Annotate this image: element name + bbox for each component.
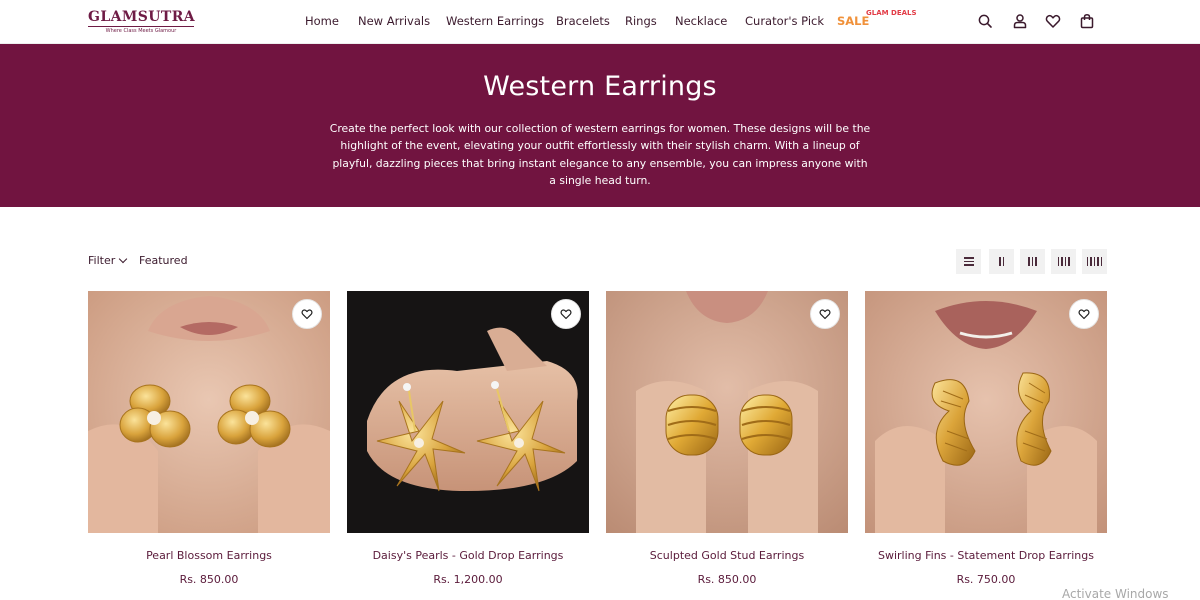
view-3-columns-button[interactable] — [1020, 249, 1045, 274]
search-icon[interactable] — [977, 13, 993, 29]
product-image[interactable] — [88, 291, 330, 533]
product-image[interactable] — [865, 291, 1107, 533]
sale-badge: GLAM DEALS — [866, 9, 917, 17]
product-price: Rs. 1,200.00 — [433, 573, 503, 586]
chevron-down-icon — [119, 254, 128, 264]
product-name[interactable]: Daisy's Pearls - Gold Drop Earrings — [347, 549, 589, 562]
heart-icon[interactable] — [1045, 13, 1061, 29]
nav-sale[interactable]: SALE — [837, 14, 869, 28]
wishlist-button[interactable] — [1069, 299, 1099, 329]
product-card[interactable]: Swirling Fins - Statement Drop Earrings … — [865, 291, 1107, 586]
wishlist-button[interactable] — [810, 299, 840, 329]
grid-5-icon-line — [1097, 257, 1099, 266]
product-card[interactable]: Pearl Blossom Earrings Rs. 850.00 — [88, 291, 330, 586]
bag-icon[interactable] — [1079, 13, 1095, 29]
sort-select[interactable]: Featured — [139, 254, 188, 267]
grid-5-icon-line — [1093, 257, 1096, 266]
nav-curators-pick[interactable]: Curator's Pick — [745, 14, 824, 28]
filter-label: Filter — [88, 254, 116, 267]
grid-5-icon-line — [1100, 257, 1103, 266]
grid-5-icon — [1086, 257, 1089, 266]
product-price: Rs. 850.00 — [179, 573, 239, 586]
view-4-columns-button[interactable] — [1051, 249, 1076, 274]
grid-3-icon-line — [1035, 257, 1037, 266]
grid-3-icon — [1028, 257, 1030, 266]
wishlist-button[interactable] — [292, 299, 322, 329]
product-name[interactable]: Pearl Blossom Earrings — [88, 549, 330, 562]
grid-2-icon-line — [1002, 257, 1004, 266]
nav-necklace[interactable]: Necklace — [675, 14, 727, 28]
nav-bracelets[interactable]: Bracelets — [556, 14, 610, 28]
grid-4-icon-line — [1064, 257, 1066, 266]
product-image[interactable] — [606, 291, 848, 533]
grid-4-icon-line — [1068, 257, 1070, 266]
list-view-icon — [963, 257, 974, 259]
brand-tagline: Where Class Meets Glamour — [88, 26, 194, 35]
wishlist-button[interactable] — [551, 299, 581, 329]
list-view-icon-line — [963, 264, 974, 266]
nav-home[interactable]: Home — [305, 14, 339, 28]
brand-logo[interactable]: GLAMSUTRA Where Class Meets Glamour — [88, 9, 195, 35]
site-header: GLAMSUTRA Where Class Meets Glamour Home… — [0, 0, 1200, 44]
list-view-icon-line — [963, 260, 974, 263]
collection-description: Create the perfect look with our collect… — [329, 122, 871, 187]
product-name[interactable]: Sculpted Gold Stud Earrings — [606, 549, 848, 562]
activate-windows-watermark: Activate Windows — [1062, 587, 1169, 600]
account-icon[interactable] — [1012, 13, 1028, 29]
grid-5-icon-line — [1090, 257, 1092, 266]
collection-hero: Western Earrings Create the perfect look… — [0, 44, 1200, 207]
filter-button[interactable]: Filter — [88, 254, 128, 267]
grid-3-icon-line — [1031, 257, 1034, 266]
product-price: Rs. 850.00 — [697, 573, 757, 586]
product-card[interactable]: Daisy's Pearls - Gold Drop Earrings Rs. … — [347, 291, 589, 586]
product-image[interactable] — [347, 291, 589, 533]
view-list-button[interactable] — [956, 249, 981, 274]
view-2-columns-button[interactable] — [989, 249, 1014, 274]
grid-2-icon — [999, 257, 1001, 266]
product-price: Rs. 750.00 — [956, 573, 1016, 586]
nav-rings[interactable]: Rings — [625, 14, 657, 28]
product-card[interactable]: Sculpted Gold Stud Earrings Rs. 850.00 — [606, 291, 848, 586]
grid-4-icon-line — [1061, 257, 1063, 266]
brand-name: GLAMSUTRA — [88, 9, 195, 25]
nav-new-arrivals[interactable]: New Arrivals — [358, 14, 430, 28]
product-name[interactable]: Swirling Fins - Statement Drop Earrings — [865, 549, 1107, 562]
nav-western-earrings[interactable]: Western Earrings — [446, 14, 544, 28]
collection-title: Western Earrings — [483, 71, 717, 102]
grid-4-icon — [1057, 257, 1059, 266]
view-5-columns-button[interactable] — [1082, 249, 1107, 274]
